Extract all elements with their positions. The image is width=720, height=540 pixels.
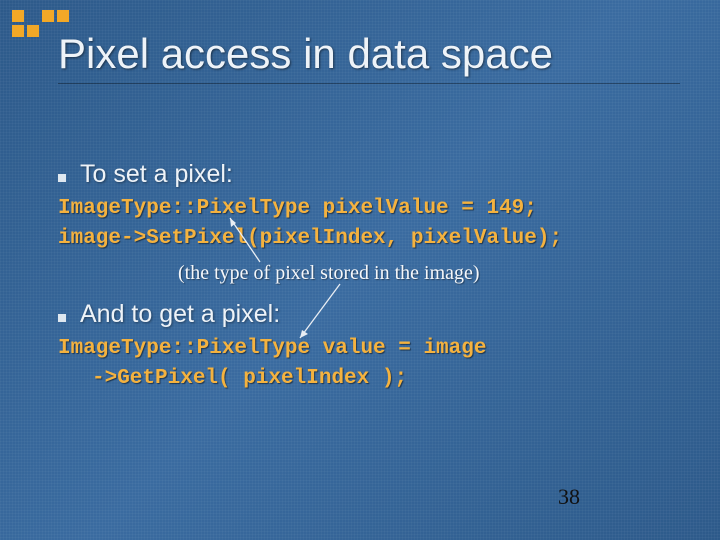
slide-title: Pixel access in data space xyxy=(58,30,680,84)
code-set-line2: image->SetPixel(pixelIndex, pixelValue); xyxy=(58,225,670,253)
page-number: 38 xyxy=(558,484,580,510)
bullet-text: To set a pixel: xyxy=(80,160,233,189)
code-set-line1: ImageType::PixelType pixelValue = 149; xyxy=(58,195,670,223)
bullet-marker-icon xyxy=(58,314,66,322)
bullet-marker-icon xyxy=(58,174,66,182)
bullet-get-pixel: And to get a pixel: xyxy=(58,300,670,329)
slide: Pixel access in data space To set a pixe… xyxy=(0,0,720,540)
code-get-line2: ->GetPixel( pixelIndex ); xyxy=(58,365,670,393)
bullet-set-pixel: To set a pixel: xyxy=(58,160,670,189)
bullet-text: And to get a pixel: xyxy=(80,300,280,329)
code-get-line1: ImageType::PixelType value = image xyxy=(58,335,670,363)
annotation-text: (the type of pixel stored in the image) xyxy=(178,262,480,285)
